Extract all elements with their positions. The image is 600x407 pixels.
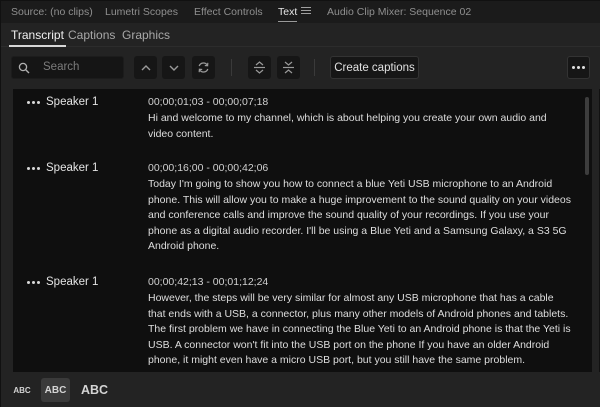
tab-captions[interactable]: Captions [68, 28, 115, 42]
merge-segments-button[interactable] [277, 56, 300, 79]
tab-transcript[interactable]: Transcript [9, 28, 66, 47]
tab-audio-clip-mixer[interactable]: Audio Clip Mixer: Sequence 02 [327, 6, 471, 18]
split-icon [254, 61, 265, 74]
toolbar-divider [231, 59, 232, 76]
speaker-options-icon[interactable] [27, 100, 40, 104]
speaker-name: Speaker 1 [46, 276, 99, 288]
text-size-medium-button[interactable]: ABC [41, 378, 70, 402]
text-size-small-button[interactable]: ABC [11, 378, 33, 402]
more-options-button[interactable] [567, 56, 590, 79]
chevron-up-icon [141, 64, 150, 70]
speaker-name: Speaker 1 [46, 162, 99, 174]
transcript-segment[interactable]: Speaker 1 00;00;42;13 - 00;01;12;24 Howe… [13, 269, 581, 372]
toolbar-divider [314, 59, 315, 76]
transcript-segment[interactable]: Speaker 1 00;00;01;03 - 00;00;07;18 Hi a… [13, 89, 581, 147]
speaker-label[interactable]: Speaker 1 [27, 162, 98, 174]
speaker-name: Speaker 1 [46, 96, 99, 108]
tab-effect-controls[interactable]: Effect Controls [194, 6, 263, 18]
text-size-large-button[interactable]: ABC [79, 378, 110, 402]
segment-text[interactable]: Hi and welcome to my channel, which is a… [148, 111, 572, 142]
segment-text[interactable]: Today I'm going to show you how to conne… [148, 177, 572, 255]
sub-tab-bar: Transcript Captions Graphics [1, 23, 600, 47]
search-icon [18, 62, 30, 74]
transcript-segment[interactable]: Speaker 1 00;00;16;00 - 00;00;42;06 Toda… [13, 155, 581, 255]
speaker-label[interactable]: Speaker 1 [27, 96, 98, 108]
replace-button[interactable] [192, 56, 215, 79]
segment-timecode: 00;00;16;00 - 00;00;42;06 [148, 162, 269, 174]
search-input[interactable]: Search [11, 56, 124, 79]
segment-timecode: 00;00;42;13 - 00;01;12;24 [148, 276, 269, 288]
chevron-down-icon [169, 65, 178, 71]
transcript-list[interactable]: Speaker 1 00;00;01;03 - 00;00;07;18 Hi a… [13, 89, 592, 372]
segment-timecode: 00;00;01;03 - 00;00;07;18 [148, 96, 269, 108]
scrollbar[interactable] [585, 97, 589, 175]
tab-lumetri-scopes[interactable]: Lumetri Scopes [105, 6, 178, 18]
speaker-options-icon[interactable] [27, 166, 40, 170]
text-size-bar: ABC ABC ABC [1, 372, 600, 407]
panel-menu-icon[interactable] [301, 5, 311, 15]
ellipsis-icon-dot [577, 66, 580, 69]
search-placeholder: Search [43, 61, 80, 73]
segment-text[interactable]: However, the steps will be very similar … [148, 291, 572, 369]
create-captions-button[interactable]: Create captions [330, 56, 419, 79]
tab-source[interactable]: Source: (no clips) [11, 6, 93, 18]
transcript-toolbar: Search Create captions [1, 47, 600, 89]
refresh-icon [198, 62, 209, 73]
previous-result-button[interactable] [134, 56, 157, 79]
ellipsis-icon-dot [582, 66, 585, 69]
next-result-button[interactable] [162, 56, 185, 79]
split-segment-button[interactable] [248, 56, 271, 79]
speaker-options-icon[interactable] [27, 280, 40, 284]
ellipsis-icon [572, 66, 575, 69]
panel-tab-bar: Source: (no clips) Lumetri Scopes Effect… [1, 1, 600, 23]
text-panel: Source: (no clips) Lumetri Scopes Effect… [0, 0, 600, 407]
merge-icon [283, 61, 294, 74]
tab-text[interactable]: Text [278, 6, 298, 22]
tab-graphics[interactable]: Graphics [122, 28, 170, 42]
speaker-label[interactable]: Speaker 1 [27, 276, 98, 288]
